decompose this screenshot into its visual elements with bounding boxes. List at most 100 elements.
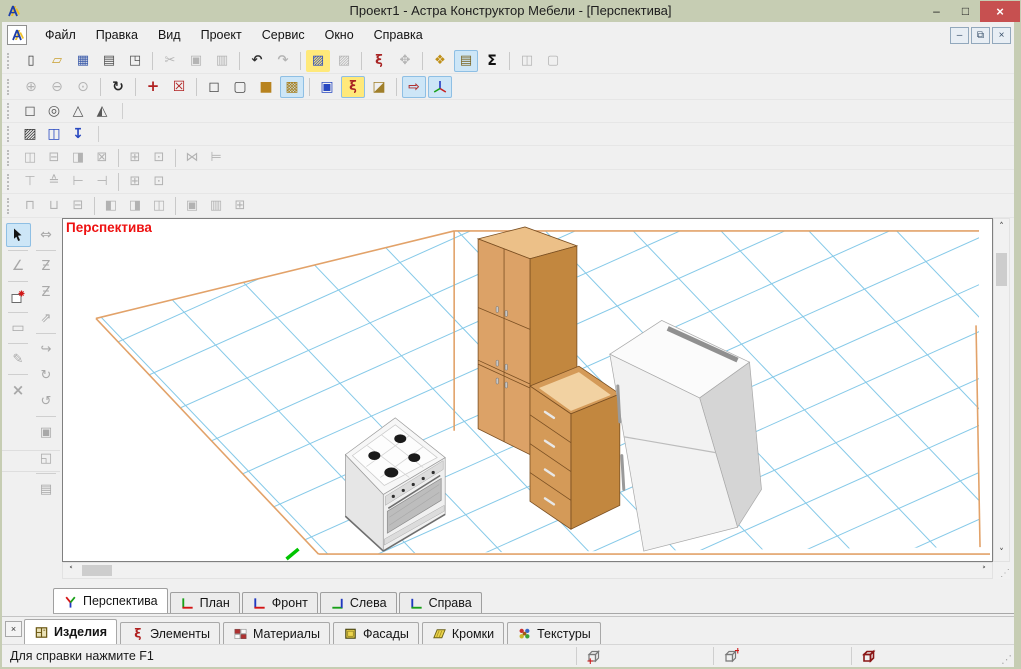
window-maximize-button[interactable]: □: [951, 1, 980, 22]
new-fragment-button[interactable]: [6, 285, 31, 309]
toolbar-grip[interactable]: [7, 103, 12, 119]
select-tool-button[interactable]: [6, 223, 31, 247]
toolbar-grip[interactable]: [7, 150, 12, 166]
mdi-restore-button[interactable]: ⧉: [971, 27, 990, 44]
primitive-box-button[interactable]: ◻: [19, 102, 41, 121]
axis-front-icon: [252, 596, 267, 611]
primitive-cylinder-icon: ◎: [48, 104, 60, 118]
primitive-pyramid-button[interactable]: ◭: [91, 102, 113, 121]
scroll-down-button[interactable]: ˅: [994, 545, 1009, 561]
view-tab-left[interactable]: Слева: [320, 592, 397, 613]
resize-grip[interactable]: ⋰: [1001, 653, 1012, 666]
align-left-edges-icon: ◫: [24, 151, 36, 164]
scroll-right-button[interactable]: ˃: [976, 563, 992, 578]
undo-button[interactable]: ↶: [245, 50, 269, 72]
panel-close-button[interactable]: ×: [5, 621, 22, 637]
delete-selection-button[interactable]: ☒: [167, 76, 191, 98]
toolbar-separator: [509, 52, 510, 70]
app-window: Проект1 - Астра Конструктор Мебели - [Пе…: [0, 0, 1021, 669]
coordinate-axes-button[interactable]: [428, 76, 452, 98]
view-textured-button[interactable]: ▩: [280, 76, 304, 98]
align-left-edges-button: ◫: [19, 148, 41, 167]
view-wireframe-button[interactable]: ◻: [202, 76, 226, 98]
toolbar-grip[interactable]: [7, 53, 12, 69]
furniture-drawer-unit[interactable]: [530, 366, 620, 529]
scrollbar-corner-grip[interactable]: ⋰: [993, 562, 1010, 579]
center-room-h-button: ⊞: [124, 172, 146, 191]
horizontal-scrollbar[interactable]: ˂ ˃: [62, 562, 993, 579]
primitive-cone-button[interactable]: △: [67, 102, 89, 121]
viewport-3d[interactable]: Перспектива: [62, 218, 993, 562]
insert-door-button[interactable]: ◫: [43, 125, 65, 144]
show-facades-button[interactable]: ◪: [367, 76, 391, 98]
vertical-scroll-thumb[interactable]: [996, 253, 1007, 286]
products-list-button[interactable]: ▤: [454, 50, 478, 72]
print-button[interactable]: ▤: [97, 50, 121, 72]
scroll-left-button[interactable]: ˂: [63, 563, 79, 578]
mdi-minimize-button[interactable]: –: [950, 27, 969, 44]
view-solid-button[interactable]: ■: [254, 76, 278, 98]
menu-service[interactable]: Сервис: [252, 25, 315, 45]
distribute-c-icon: ⊞: [235, 199, 246, 212]
primitive-cylinder-button[interactable]: ◎: [43, 102, 65, 121]
tab-edges[interactable]: Кромки: [422, 622, 504, 644]
toolbar-grip[interactable]: [7, 79, 12, 95]
menu-window[interactable]: Окно: [315, 25, 364, 45]
tab-facades[interactable]: Фасады: [333, 622, 419, 644]
view-hidden-line-button[interactable]: ▢: [228, 76, 252, 98]
tab-label: Изделия: [54, 625, 107, 639]
toolbar-details: ▨◫↧: [2, 123, 1014, 146]
scroll-up-button[interactable]: ˄: [994, 219, 1009, 235]
summary-sigma-icon: Σ: [487, 54, 497, 68]
show-facades-icon: ◪: [372, 80, 385, 94]
view-tab-perspective[interactable]: Перспектива: [53, 588, 168, 613]
panel-hatch-button[interactable]: ▨: [19, 125, 41, 144]
tab-textures[interactable]: Текстуры: [507, 622, 601, 644]
rotate-free-button: ↪: [34, 337, 59, 361]
menu-edit[interactable]: Правка: [86, 25, 148, 45]
summary-sigma-button[interactable]: Σ: [480, 50, 504, 72]
orbit-view-button[interactable]: ↻: [106, 76, 130, 98]
object-move-button: ⇔: [34, 223, 59, 247]
show-fittings-button[interactable]: ξ: [341, 76, 365, 98]
vertical-scrollbar[interactable]: ˄ ˅: [993, 218, 1010, 562]
tab-label: Кромки: [452, 627, 494, 641]
insert-shelf-button[interactable]: ↧: [67, 125, 89, 144]
menu-project[interactable]: Проект: [191, 25, 252, 45]
view-tab-front[interactable]: Фронт: [242, 592, 318, 613]
view-tab-right[interactable]: Справа: [399, 592, 482, 613]
axis-3d-icon: [63, 594, 78, 609]
menu-help[interactable]: Справка: [364, 25, 433, 45]
open-file-button[interactable]: ▱: [45, 50, 69, 72]
tab-materials[interactable]: Материалы: [223, 622, 330, 644]
mdi-close-button[interactable]: ×: [992, 27, 1011, 44]
element-screw-button[interactable]: ξ: [367, 50, 391, 72]
scene-3d[interactable]: [63, 219, 992, 561]
furniture-refrigerator[interactable]: [610, 320, 762, 551]
window-minimize-button[interactable]: –: [922, 1, 951, 22]
distribute-b-button: ▥: [205, 196, 227, 215]
menu-view[interactable]: Вид: [148, 25, 191, 45]
tab-elements[interactable]: ξЭлементы: [120, 622, 220, 644]
toolbar-separator: [8, 281, 28, 282]
view-transparent-button[interactable]: ▣: [315, 76, 339, 98]
toolbar-grip[interactable]: [7, 198, 12, 214]
move-object-mode-button[interactable]: ⇨: [402, 76, 426, 98]
menu-file[interactable]: Файл: [35, 25, 86, 45]
save-file-button[interactable]: ▦: [71, 50, 95, 72]
rotate-guide-button: ∠: [6, 254, 31, 278]
center-horizontal-button: ⊞: [124, 148, 146, 167]
new-file-button[interactable]: ▯: [19, 50, 43, 72]
toolbar-grip[interactable]: [7, 126, 12, 142]
view-tab-plan[interactable]: План: [170, 592, 240, 613]
material-fill-button[interactable]: ▨: [306, 50, 330, 72]
horizontal-scroll-thumb[interactable]: [82, 565, 112, 576]
window-close-button[interactable]: ×: [980, 1, 1020, 22]
tab-products[interactable]: Изделия: [24, 619, 117, 644]
cut-button: ✂: [158, 50, 182, 72]
new-fragment-icon: [10, 289, 26, 305]
structure-tree-button[interactable]: ❖: [428, 50, 452, 72]
center-selection-button[interactable]: +: [141, 76, 165, 98]
toolbar-grip[interactable]: [7, 174, 12, 190]
print-preview-button[interactable]: ◳: [123, 50, 147, 72]
